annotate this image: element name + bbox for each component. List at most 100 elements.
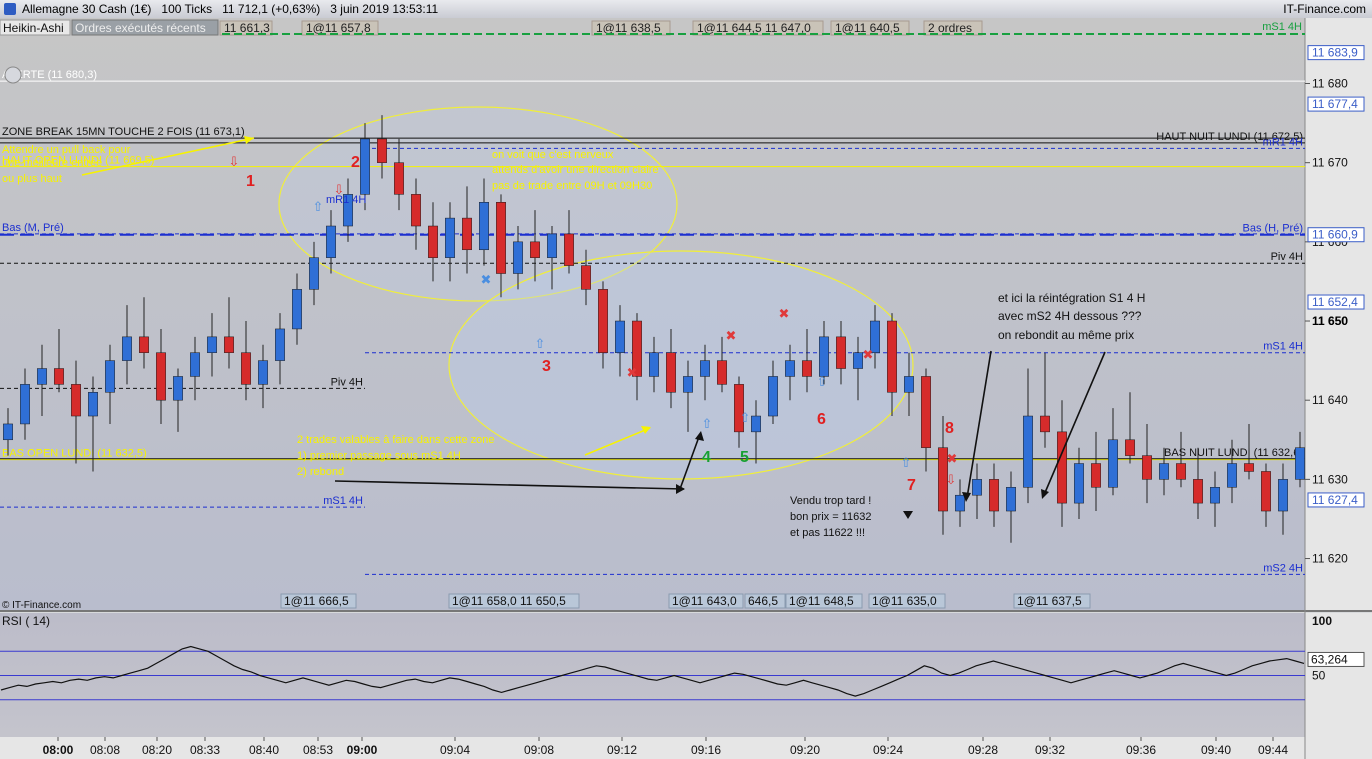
execution-tag-5: 1@11 635,0 — [872, 594, 937, 608]
level-label-10: BAS OPEN LUNDI (11 632,5) — [2, 448, 147, 460]
candle-body-54 — [921, 376, 931, 448]
x-tick-label-5: 08:53 — [303, 743, 333, 757]
step-number-6: 6 — [817, 411, 826, 428]
price-tag-0: 11 683,9 — [1312, 46, 1358, 60]
x-tick-label-17: 09:44 — [1258, 743, 1288, 757]
candle-body-26 — [445, 217, 455, 258]
candle-body-38 — [649, 352, 659, 377]
level-label-5: Bas (M, Pré) — [2, 222, 64, 234]
x-tick-label-16: 09:40 — [1201, 743, 1231, 757]
yellow-note-3c: 2) rebond — [297, 466, 344, 478]
candle-body-73 — [1244, 463, 1254, 472]
candle-body-17 — [292, 289, 302, 330]
step-number-2: 2 — [351, 154, 360, 171]
sold-note-b: bon prix = 11632 — [790, 511, 871, 523]
candle-body-41 — [700, 360, 710, 377]
candle-body-4 — [71, 384, 81, 417]
candle-body-44 — [751, 415, 761, 433]
y-tick-label-2: 11 640 — [1312, 393, 1348, 407]
level-label-12: mS1 4H — [323, 495, 363, 507]
candle-body-57 — [972, 479, 982, 496]
candle-body-59 — [1006, 487, 1016, 512]
y-tick-label-0: 11 620 — [1312, 552, 1348, 566]
watermark: © IT-Finance.com — [2, 600, 81, 611]
title-bar: Allemagne 30 Cash (1€) 100 Ticks 11 712,… — [0, 0, 1372, 19]
candle-body-40 — [683, 376, 693, 393]
candle-body-25 — [428, 225, 438, 258]
window-title: Allemagne 30 Cash (1€) 100 Ticks 11 712,… — [22, 2, 439, 16]
sold-note-a: Vendu trop tard ! — [790, 495, 871, 507]
price-tag-5: 11 627,4 — [1312, 493, 1358, 507]
candle-body-45 — [768, 376, 778, 417]
candle-body-47 — [802, 360, 812, 377]
up-arrow-icon: ⇧ — [535, 337, 546, 352]
price-chart[interactable]: Heikin-Ashi Ordres exécutés récents 2 or… — [0, 18, 1372, 759]
y-tick-label-1: 11 630 — [1312, 472, 1348, 486]
candle-body-8 — [139, 336, 149, 353]
cross-marker-icon: ✖ — [947, 452, 958, 467]
execution-tag-1: 1@11 658,0 11 650,5 — [452, 594, 566, 608]
candle-body-0 — [3, 423, 13, 441]
step-number-4: 4 — [702, 449, 711, 466]
candle-body-3 — [54, 368, 64, 385]
x-tick-label-4: 08:40 — [249, 743, 279, 757]
candle-body-42 — [717, 360, 727, 385]
yellow-note-2a: on voit que c'est nerveux — [492, 149, 614, 161]
candle-body-35 — [598, 289, 608, 353]
candle-body-5 — [88, 392, 98, 417]
up-arrow-icon: ⇧ — [740, 411, 751, 426]
right-note-c: on rebondit au même prix — [998, 328, 1134, 342]
candle-body-63 — [1074, 463, 1084, 504]
cross-marker-icon: ✖ — [779, 307, 790, 322]
alert-bell-icon[interactable] — [4, 66, 22, 84]
cross-marker-icon: ✖ — [863, 348, 874, 363]
candle-body-11 — [190, 352, 200, 377]
candle-body-14 — [241, 352, 251, 385]
candle-body-69 — [1176, 463, 1186, 480]
cross-marker-icon: ✖ — [481, 273, 492, 288]
up-arrow-icon: ⇧ — [901, 456, 912, 471]
execution-tag-2: 1@11 643,0 — [672, 594, 737, 608]
candle-body-62 — [1057, 431, 1067, 504]
candle-body-29 — [496, 202, 506, 274]
candle-body-18 — [309, 257, 319, 290]
candle-body-64 — [1091, 463, 1101, 488]
candle-body-65 — [1108, 439, 1118, 488]
x-tick-label-9: 09:12 — [607, 743, 637, 757]
candle-body-19 — [326, 225, 336, 258]
x-tick-label-11: 09:20 — [790, 743, 820, 757]
candle-body-30 — [513, 241, 523, 274]
price-tag-3: 11 652,4 — [1312, 295, 1358, 309]
down-arrow-icon: ⇩ — [229, 155, 240, 170]
candle-body-50 — [853, 352, 863, 369]
candle-body-6 — [105, 360, 115, 393]
order-tag-3: 1@11 644,5 11 647,0 — [697, 21, 811, 35]
up-arrow-icon: ⇧ — [817, 375, 828, 390]
yellow-note-3a: 2 trades valables à faire dans cette zon… — [297, 434, 495, 446]
candle-body-22 — [377, 138, 387, 163]
candle-body-39 — [666, 352, 676, 393]
orders-count: 2 ordres — [928, 21, 972, 35]
level-label-1: ZONE BREAK 15MN TOUCHE 2 FOIS (11 673,1) — [2, 126, 245, 138]
x-tick-label-3: 08:33 — [190, 743, 220, 757]
level-label-3: mR1 4H — [1263, 136, 1303, 148]
sold-note-c: et pas 11622 !!! — [790, 527, 865, 539]
x-tick-label-8: 09:08 — [524, 743, 554, 757]
candle-body-12 — [207, 336, 217, 353]
yellow-note-1a: Attendre un pull back pour — [2, 144, 131, 156]
yellow-note-2b: attends d'avoir une direction claire — [492, 164, 659, 176]
candle-body-13 — [224, 336, 234, 353]
yellow-note-1b: une meilleure entrée — [2, 157, 102, 169]
candle-body-16 — [275, 328, 285, 361]
y-tick-label-5: 11 670 — [1312, 156, 1348, 170]
price-tag-4: 11 650 — [1312, 314, 1348, 328]
candle-body-21 — [360, 138, 370, 195]
x-tick-label-10: 09:16 — [691, 743, 721, 757]
step-number-8: 8 — [945, 420, 954, 437]
mr1-mid-label: mR1 4H — [326, 194, 366, 206]
candle-body-15 — [258, 360, 268, 385]
down-arrow-icon: ⇩ — [946, 473, 957, 488]
cross-marker-icon: ✖ — [627, 366, 638, 381]
price-tag-1: 11 677,4 — [1312, 97, 1358, 111]
level-label-8: mS1 4H — [1263, 341, 1303, 353]
